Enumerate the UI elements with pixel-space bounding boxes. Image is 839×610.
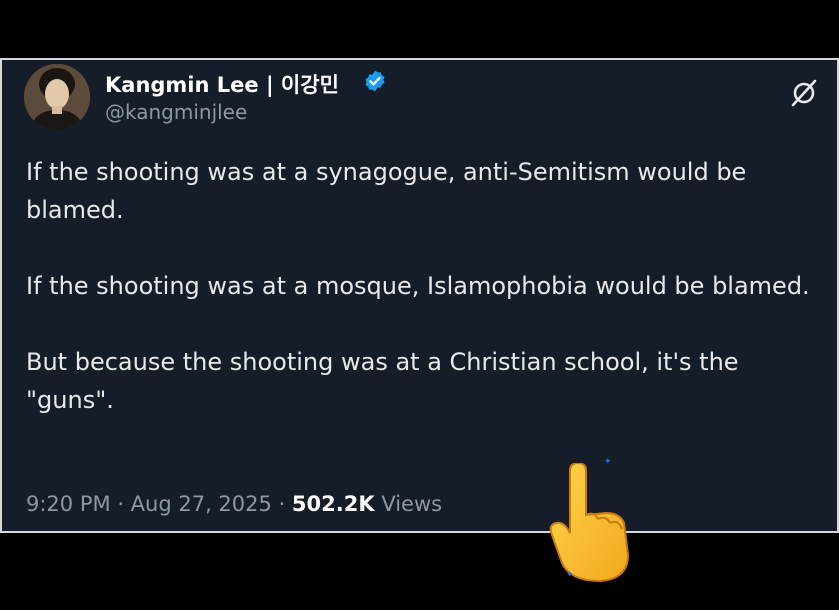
tweet-paragraph: If the shooting was at a mosque, Islamop… (26, 272, 810, 300)
tweet-text: If the shooting was at a synagogue, anti… (26, 153, 816, 419)
sparkle-icon: ✦ (566, 570, 574, 580)
author-name[interactable]: Kangmin Lee | 이강민 (105, 69, 339, 99)
author-handle[interactable]: @kangminjlee (105, 100, 247, 124)
grok-icon[interactable] (789, 78, 819, 108)
tweet-card[interactable]: Kangmin Lee | 이강민 @kangminjlee If the sh… (0, 58, 839, 533)
tweet-date[interactable]: Aug 27, 2025 (131, 492, 272, 516)
tweet-time[interactable]: 9:20 PM (26, 492, 111, 516)
backhand-index-pointing-up-icon (549, 463, 630, 583)
separator-dot: · (117, 492, 131, 516)
sparkle-icon: ✦ (604, 457, 612, 467)
views-count: 502.2K (291, 492, 375, 516)
views-label: Views (381, 492, 443, 516)
tweet-paragraph: If the shooting was at a synagogue, anti… (26, 158, 747, 224)
tweet-paragraph: But because the shooting was at a Christ… (26, 348, 739, 414)
separator-dot: · (278, 492, 292, 516)
verified-badge-icon[interactable] (363, 69, 387, 93)
author-avatar[interactable] (24, 64, 90, 130)
tweet-meta: 9:20 PM · Aug 27, 2025 · 502.2K Views (26, 492, 442, 516)
